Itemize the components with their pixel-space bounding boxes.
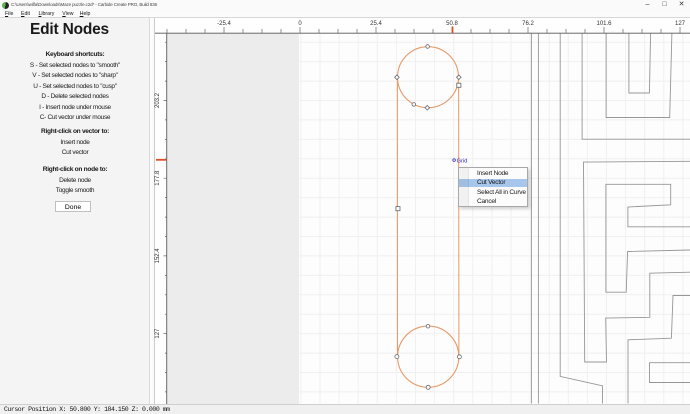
svg-text:203.2: 203.2 [155,92,161,108]
svg-text:152.4: 152.4 [155,248,161,264]
svg-text:25.4: 25.4 [370,21,382,27]
svg-text:177.8: 177.8 [155,170,161,186]
svg-text:Grid: Grid [457,158,468,164]
svg-text:101.6: 101.6 [596,21,612,27]
svg-text:76.2: 76.2 [522,21,534,27]
svg-text:-25.4: -25.4 [217,21,231,27]
svg-text:127: 127 [155,328,161,339]
svg-text:127: 127 [675,21,686,27]
svg-text:50.8: 50.8 [446,21,458,27]
